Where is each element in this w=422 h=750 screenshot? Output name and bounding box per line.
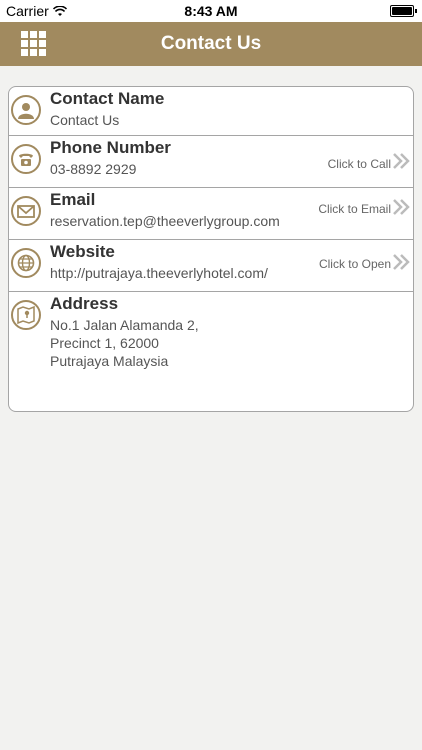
double-chevron-right-icon[interactable] — [392, 253, 410, 271]
status-bar: Carrier 8:43 AM — [0, 0, 422, 22]
website-label: Website — [50, 242, 115, 261]
contact-card: Contact Name Contact Us Phone Number 03-… — [8, 86, 414, 412]
double-chevron-right-icon[interactable] — [392, 198, 410, 216]
email-value: reservation.tep@theeverlygroup.com — [50, 213, 280, 229]
contact-name-row: Contact Name Contact Us — [9, 87, 413, 136]
phone-label: Phone Number — [50, 138, 171, 157]
contact-name-label: Contact Name — [50, 89, 165, 108]
map-pin-icon — [11, 300, 41, 330]
email-row[interactable]: Email reservation.tep@theeverlygroup.com… — [9, 188, 413, 240]
contact-name-value: Contact Us — [50, 112, 120, 128]
website-value: http://putrajaya.theeverlyhotel.com/ — [50, 265, 268, 281]
address-value: No.1 Jalan Alamanda 2, Precinct 1, 62000… — [50, 317, 199, 369]
navigation-bar: Contact Us — [0, 22, 422, 66]
status-time: 8:43 AM — [184, 3, 238, 19]
phone-icon — [11, 144, 41, 174]
phone-value: 03-8892 2929 — [50, 161, 137, 177]
address-label: Address — [50, 294, 119, 313]
page-title: Contact Us — [160, 33, 262, 54]
phone-row[interactable]: Phone Number 03-8892 2929 Click to Call — [9, 136, 413, 188]
website-row[interactable]: Website http://putrajaya.theeverlyhotel.… — [9, 240, 413, 292]
email-label: Email — [50, 190, 96, 209]
globe-icon — [11, 248, 41, 278]
envelope-icon — [11, 196, 41, 226]
call-action-text[interactable]: Click to Call — [328, 157, 391, 171]
address-row: Address No.1 Jalan Alamanda 2, Precinct … — [9, 292, 413, 411]
email-action-text[interactable]: Click to Email — [318, 202, 391, 216]
double-chevron-right-icon[interactable] — [392, 152, 410, 170]
battery-icon — [390, 5, 417, 17]
website-action-text[interactable]: Click to Open — [319, 257, 391, 271]
person-icon — [11, 95, 41, 125]
